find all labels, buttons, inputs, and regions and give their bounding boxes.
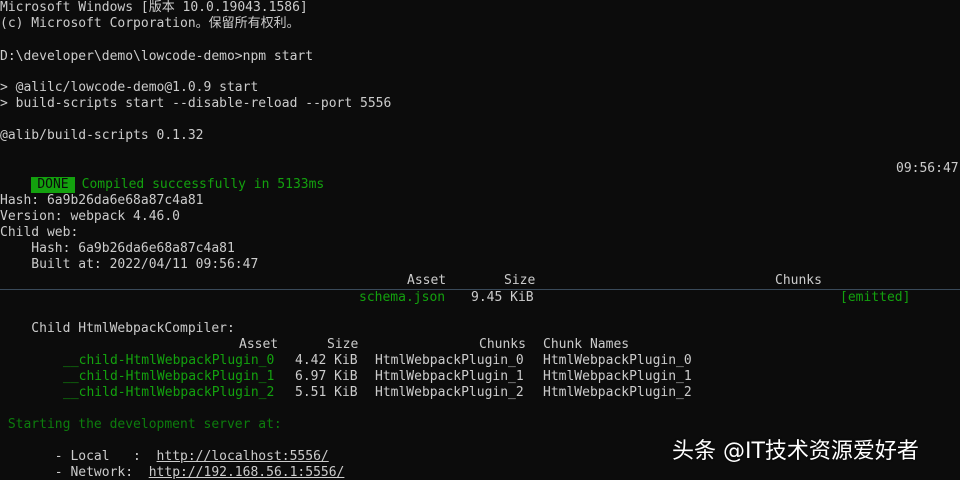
webpack-version-line: Version: webpack 4.46.0 <box>0 209 181 224</box>
compiler-row-2-chunks: HtmlWebpackPlugin_2 <box>375 385 524 400</box>
compiler-row-0-chunk-names: HtmlWebpackPlugin_0 <box>543 353 692 368</box>
done-badge: DONE <box>31 177 75 193</box>
built-at-line: Built at: 2022/04/11 09:56:47 <box>0 257 259 272</box>
compiler-chunk-names-header: Chunk Names <box>543 337 630 352</box>
network-label: - Network: <box>31 465 149 480</box>
hash-line: Hash: 6a9b26da6e68a87c4a81 <box>0 193 204 208</box>
compile-status-line: DONE Compiled successfully in 5133ms <box>0 161 324 193</box>
compiler-row-1-chunks: HtmlWebpackPlugin_1 <box>375 369 524 384</box>
size-column-header: Size <box>504 273 536 288</box>
script-line-2: > build-scripts start --disable-reload -… <box>0 96 392 111</box>
compile-message: Compiled successfully in 5133ms <box>81 177 325 192</box>
build-scripts-version: @alib/build-scripts 0.1.32 <box>0 128 204 143</box>
command-prompt-line: D:\developer\demo\lowcode-demo>npm start <box>0 49 314 64</box>
windows-version-line: Microsoft Windows [版本 10.0.19043.1586] <box>0 0 308 15</box>
copyright-line: (c) Microsoft Corporation。保留所有权利。 <box>0 16 300 31</box>
compiler-asset-header: Asset <box>239 337 279 352</box>
network-url-line: - Network: http://192.168.56.1:5556/ <box>0 449 345 480</box>
compiler-row-2-chunk-names: HtmlWebpackPlugin_2 <box>543 385 692 400</box>
compile-time: 09:56:47 <box>896 161 959 176</box>
asset-column-header: Asset <box>407 273 447 288</box>
compiler-row-2-size: 5.51 KiB <box>295 385 358 400</box>
server-starting-line: Starting the development server at: <box>0 417 282 432</box>
watermark: 头条 @IT技术资源爱好者 <box>672 439 919 464</box>
network-url-link[interactable]: http://192.168.56.1:5556/ <box>149 465 345 480</box>
compiler-row-0-asset: __child-HtmlWebpackPlugin_0 <box>63 353 275 368</box>
terminal-window[interactable]: Microsoft Windows [版本 10.0.19043.1586] (… <box>0 0 960 480</box>
compiler-row-0-chunks: HtmlWebpackPlugin_0 <box>375 353 524 368</box>
script-line-1: > @alilc/lowcode-demo@1.0.9 start <box>0 80 259 95</box>
compiler-size-header: Size <box>327 337 359 352</box>
chunks-column-header: Chunks <box>775 273 822 288</box>
asset-name-schema: schema.json <box>359 290 446 305</box>
compiler-chunks-header: Chunks <box>479 337 526 352</box>
asset-size-schema: 9.45 KiB <box>471 290 534 305</box>
compiler-row-0-size: 4.42 KiB <box>295 353 358 368</box>
compiler-row-1-chunk-names: HtmlWebpackPlugin_1 <box>543 369 692 384</box>
local-url-line: - Local : http://localhost:5556/ <box>0 433 329 464</box>
compiler-row-2-asset: __child-HtmlWebpackPlugin_2 <box>63 385 275 400</box>
compiler-row-1-size: 6.97 KiB <box>295 369 358 384</box>
asset-status-emitted: [emitted] <box>840 290 911 305</box>
compiler-title: Child HtmlWebpackCompiler: <box>0 321 235 336</box>
child-hash-line: Hash: 6a9b26da6e68a87c4a81 <box>0 241 235 256</box>
compiler-row-1-asset: __child-HtmlWebpackPlugin_1 <box>63 369 275 384</box>
child-web-line: Child web: <box>0 225 79 240</box>
